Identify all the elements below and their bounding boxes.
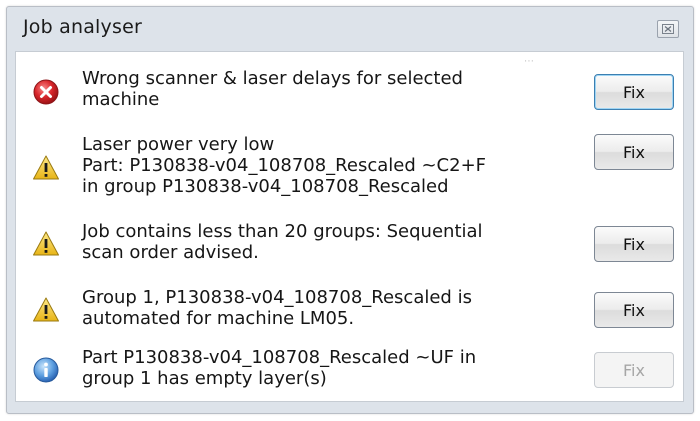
error-icon bbox=[33, 79, 59, 105]
window-title: Job analyser bbox=[23, 16, 142, 38]
message-text: Job contains less than 20 groups: Sequen… bbox=[82, 221, 483, 263]
fix-button-empty-layers[interactable]: Fix bbox=[594, 352, 674, 388]
info-icon bbox=[33, 357, 59, 383]
job-analyser-window: Job analyser ⋯ Wrong scanner & laser del… bbox=[6, 6, 694, 414]
warning-icon bbox=[33, 155, 59, 180]
warning-icon bbox=[33, 297, 59, 322]
fix-button-sequential-scan[interactable]: Fix bbox=[594, 226, 674, 262]
resize-grip-dots: ⋯ bbox=[524, 56, 534, 67]
fix-button-laser-power[interactable]: Fix bbox=[594, 134, 674, 170]
message-text: Wrong scanner & laser delays for selecte… bbox=[82, 68, 463, 110]
warning-icon bbox=[33, 231, 59, 256]
fix-button-automated-group[interactable]: Fix bbox=[594, 292, 674, 328]
message-text: Group 1, P130838-v04_108708_Rescaled is … bbox=[82, 287, 472, 329]
message-text: Laser power very low Part: P130838-v04_1… bbox=[82, 134, 487, 197]
close-icon bbox=[662, 24, 674, 34]
message-list: ⋯ Wrong scanner & laser delays for selec… bbox=[15, 51, 684, 402]
message-text: Part P130838-v04_108708_Rescaled ~UF in … bbox=[82, 347, 477, 389]
fix-button-scanner-delays[interactable]: Fix bbox=[594, 74, 674, 110]
close-button[interactable] bbox=[657, 20, 679, 38]
title-bar: Job analyser bbox=[7, 7, 693, 51]
